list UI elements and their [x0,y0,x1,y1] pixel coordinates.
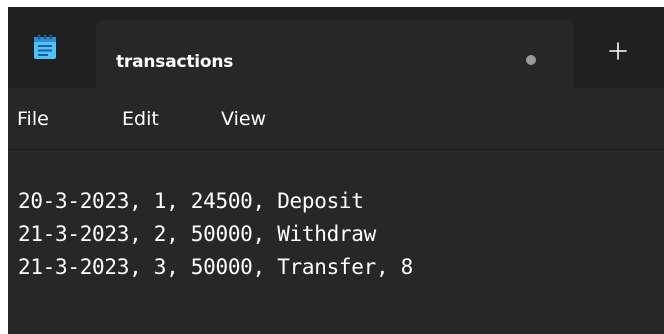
editor-line: 21-3-2023, 2, 50000, Withdraw [18,222,376,246]
menu-view[interactable]: View [221,108,266,130]
plus-icon [609,42,627,60]
new-tab-button[interactable] [596,29,640,73]
tab-title: transactions [116,52,234,72]
notepad-window: transactions File Edit View 20-3-2023, 1… [8,7,664,334]
menu-file[interactable]: File [17,108,49,130]
editor-line: 20-3-2023, 1, 24500, Deposit [18,189,364,213]
notepad-icon [33,34,57,60]
text-editor[interactable]: 20-3-2023, 1, 24500, Deposit 21-3-2023, … [8,150,664,334]
title-bar: transactions [8,7,664,88]
editor-line: 21-3-2023, 3, 50000, Transfer, 8 [18,255,413,279]
tab-transactions[interactable]: transactions [96,20,574,88]
menu-bar: File Edit View [8,88,664,150]
unsaved-indicator-icon[interactable] [526,55,536,65]
menu-edit[interactable]: Edit [122,108,159,130]
